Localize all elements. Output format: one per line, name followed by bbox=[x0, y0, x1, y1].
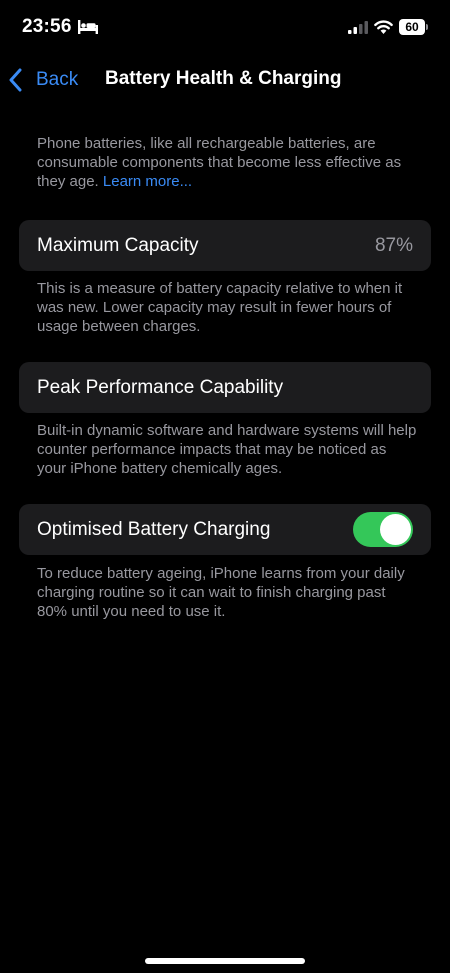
back-label: Back bbox=[36, 69, 79, 90]
peak-performance-label: Peak Performance Capability bbox=[37, 377, 284, 398]
home-indicator[interactable] bbox=[145, 958, 305, 964]
battery-icon: 60 bbox=[399, 19, 430, 35]
optimised-charging-label: Optimised Battery Charging bbox=[37, 519, 271, 540]
battery-tip bbox=[426, 24, 428, 30]
maximum-capacity-value: 87% bbox=[374, 235, 413, 256]
wifi-icon bbox=[374, 20, 393, 34]
navigation-bar: Back Battery Health & Charging bbox=[0, 56, 450, 104]
maximum-capacity-footer: This is a measure of battery capacity re… bbox=[37, 280, 403, 335]
bed-icon bbox=[78, 20, 98, 34]
maximum-capacity-cell: Maximum Capacity 87% bbox=[19, 220, 431, 271]
optimised-charging-footer: To reduce battery ageing, iPhone learns … bbox=[37, 565, 405, 620]
learn-more-link[interactable]: Learn more... bbox=[103, 173, 192, 190]
status-time: 23:56 bbox=[22, 16, 72, 37]
back-button[interactable]: Back bbox=[8, 66, 78, 94]
intro-description: Phone batteries, like all rechargeable b… bbox=[37, 134, 417, 191]
battery-level: 60 bbox=[399, 19, 425, 35]
optimised-charging-toggle[interactable] bbox=[353, 512, 413, 547]
page-title: Battery Health & Charging bbox=[105, 68, 342, 89]
intro-text: Phone batteries, like all rechargeable b… bbox=[37, 135, 402, 190]
peak-performance-cell: Peak Performance Capability bbox=[19, 362, 431, 413]
optimised-charging-cell: Optimised Battery Charging bbox=[19, 504, 431, 555]
toggle-knob bbox=[380, 514, 411, 545]
chevron-left-icon bbox=[9, 68, 22, 92]
status-bar: 23:56 60 bbox=[0, 0, 450, 56]
maximum-capacity-label: Maximum Capacity bbox=[37, 235, 199, 256]
cellular-signal-icon bbox=[348, 21, 368, 34]
peak-performance-footer: Built-in dynamic software and hardware s… bbox=[37, 422, 417, 477]
